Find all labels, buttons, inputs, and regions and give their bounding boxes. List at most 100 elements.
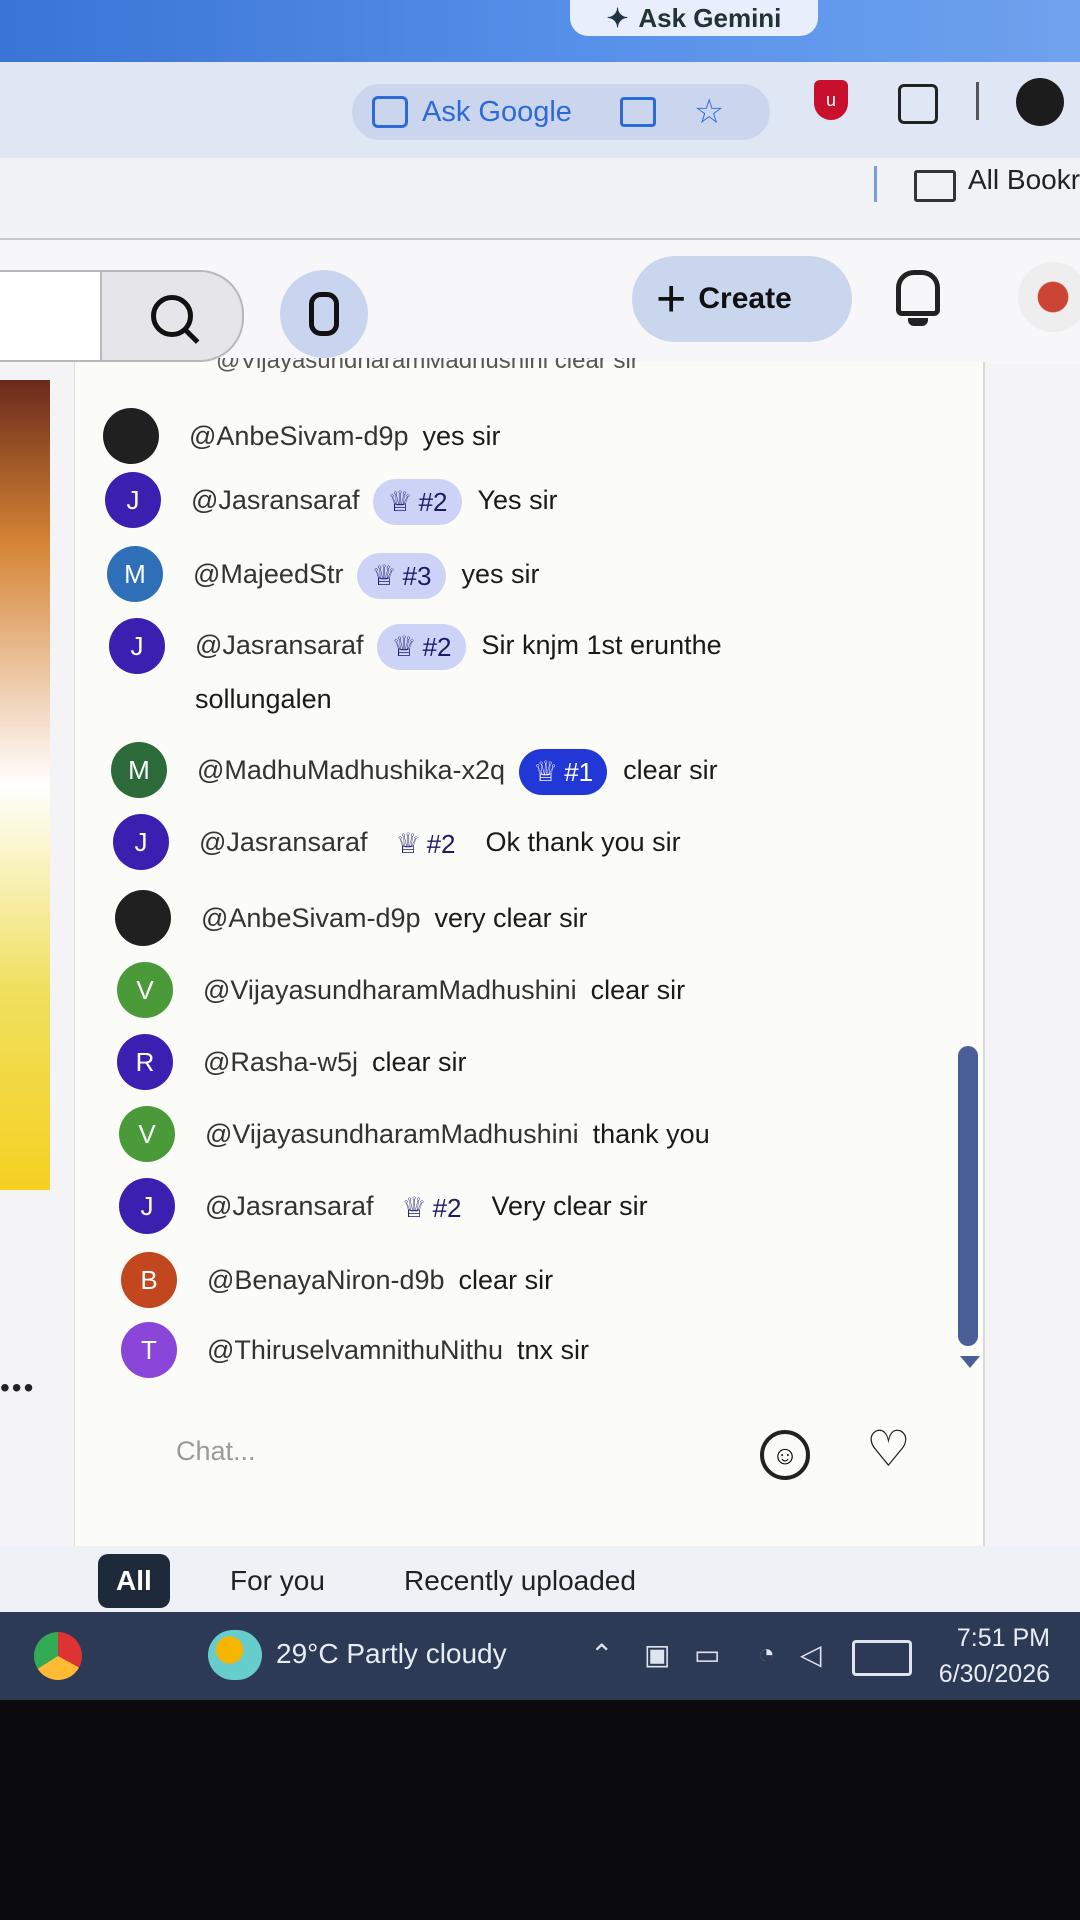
leaderboard-badge: ♕ #2 [387, 1185, 475, 1231]
message-text: thank you [592, 1119, 710, 1149]
ask-gemini-label: Ask Gemini [638, 2, 782, 33]
author-name[interactable]: @AnbeSivam-d9p [189, 421, 409, 451]
crown-icon: ♕ [533, 755, 559, 787]
chat-message: J @Jasransaraf ♕ #2 Ok thank you sir [113, 814, 993, 870]
author-name[interactable]: @Rasha-w5j [203, 1047, 358, 1077]
crown-icon: ♕ [387, 485, 413, 517]
ask-gemini-button[interactable]: ✦ Ask Gemini [570, 0, 818, 36]
chip-all[interactable]: All [98, 1554, 170, 1608]
message-body: @ThiruselvamnithuNithu tnx sir [207, 1322, 589, 1378]
author-avatar[interactable]: J [119, 1178, 175, 1234]
chat-scrollbar[interactable] [958, 1046, 978, 1346]
author-avatar[interactable]: J [109, 618, 165, 674]
install-app-icon[interactable] [619, 97, 656, 127]
author-name[interactable]: @MajeedStr [193, 559, 343, 589]
clock-date: 6/30/2026 [938, 1660, 1050, 1688]
weather-icon[interactable] [208, 1630, 262, 1680]
author-avatar[interactable]: T [121, 1322, 177, 1378]
message-text: clear sir [623, 755, 718, 785]
author-avatar[interactable]: B [121, 1252, 177, 1308]
weather-text[interactable]: 29°C Partly cloudy [276, 1638, 507, 1670]
author-avatar[interactable]: J [113, 814, 169, 870]
badge-rank: #2 [418, 486, 448, 517]
battery-icon[interactable]: ▭ [694, 1638, 720, 1671]
chat-message: M @MajeedStr ♕ #3 yes sir [107, 546, 987, 602]
windows-taskbar [0, 1612, 1080, 1700]
chip-for-you[interactable]: For you [212, 1554, 343, 1608]
author-avatar[interactable] [103, 408, 159, 464]
author-avatar[interactable] [115, 890, 171, 946]
search-button[interactable] [100, 270, 244, 362]
chat-message: B @BenayaNiron-d9b clear sir [121, 1252, 1001, 1308]
message-body: @BenayaNiron-d9b clear sir [207, 1252, 553, 1308]
emoji-icon[interactable]: ☺ [760, 1430, 810, 1480]
meet-now-icon[interactable]: ▣ [644, 1638, 670, 1671]
message-text: yes sir [461, 559, 540, 589]
author-name[interactable]: @AnbeSivam-d9p [201, 903, 421, 933]
google-lens-icon [372, 96, 408, 128]
author-name[interactable]: @Jasransaraf [195, 630, 363, 660]
bookmarks-divider [874, 166, 877, 202]
leaderboard-badge: ♕ #2 [373, 478, 462, 525]
author-avatar[interactable]: V [117, 962, 173, 1018]
author-name[interactable]: @ThiruselvamnithuNithu [207, 1335, 503, 1365]
taskbar-clock[interactable]: 7:51 PM 6/30/2026 [920, 1620, 1050, 1692]
message-text: Yes sir [477, 485, 558, 515]
all-bookmarks-button[interactable]: All Bookr [968, 164, 1080, 196]
author-avatar[interactable]: J [105, 472, 161, 528]
author-name[interactable]: @MadhuMadhushika-x2q [197, 755, 505, 785]
bookmark-star-icon[interactable]: ☆ [694, 92, 724, 132]
volume-icon[interactable]: ◁ [800, 1638, 822, 1671]
show-hidden-icons-chevron-icon[interactable]: ⌃ [590, 1638, 613, 1671]
badge-rank: #3 [402, 560, 432, 591]
message-text: tnx sir [517, 1335, 590, 1365]
chat-message: R @Rasha-w5j clear sir [117, 1034, 997, 1090]
wifi-icon[interactable]: ◔ [758, 1638, 775, 1670]
chrome-taskbar-icon[interactable] [34, 1632, 82, 1680]
more-options-icon[interactable]: ••• [0, 1372, 35, 1404]
crown-icon: ♕ [401, 1191, 427, 1223]
touch-keyboard-icon[interactable] [852, 1640, 912, 1676]
search-input[interactable] [0, 270, 102, 362]
chat-message: V @VijayasundharamMadhushini thank you [119, 1106, 999, 1162]
profile-avatar[interactable] [1016, 78, 1064, 126]
author-name[interactable]: @VijayasundharamMadhushini [203, 975, 577, 1005]
microphone-icon [309, 292, 339, 336]
create-button[interactable]: + Create [632, 256, 852, 342]
search-icon [151, 295, 193, 337]
chat-message: @AnbeSivam-d9p yes sir [103, 408, 983, 464]
account-avatar[interactable] [1018, 262, 1080, 332]
chat-message-cut-off: @VijayasundharamMadhushini clear sir [216, 358, 639, 372]
author-name[interactable]: @BenayaNiron-d9b [207, 1265, 445, 1295]
message-text: yes sir [422, 421, 501, 451]
crown-icon: ♕ [395, 827, 421, 859]
video-player-edge[interactable] [0, 380, 50, 1190]
author-avatar[interactable]: M [107, 546, 163, 602]
heart-reaction-icon[interactable]: ♡ [866, 1424, 911, 1474]
badge-rank: #2 [432, 1192, 462, 1223]
author-avatar[interactable]: V [119, 1106, 175, 1162]
ublock-shield-icon[interactable]: u [814, 80, 848, 120]
author-name[interactable]: @Jasransaraf [205, 1191, 373, 1221]
chip-recently-uploaded[interactable]: Recently uploaded [386, 1554, 654, 1608]
voice-search-button[interactable] [280, 270, 368, 358]
crown-icon: ♕ [391, 630, 417, 662]
extensions-puzzle-icon[interactable] [898, 84, 938, 124]
leaderboard-badge: ♕ #3 [357, 552, 446, 599]
chat-input[interactable]: Chat... [176, 1436, 256, 1467]
message-body: @Jasransaraf ♕ #2 Ok thank you sir [199, 814, 681, 870]
gemini-bar [0, 0, 1080, 62]
ask-google-button[interactable]: Ask Google ☆ [352, 84, 770, 140]
author-avatar[interactable]: M [111, 742, 167, 798]
chat-message: J @Jasransaraf ♕ #2 Sir knjm 1st erunthe sol… [109, 618, 989, 726]
author-name[interactable]: @Jasransaraf [191, 485, 359, 515]
author-name[interactable]: @Jasransaraf [199, 827, 367, 857]
author-name[interactable]: @VijayasundharamMadhushini [205, 1119, 579, 1149]
ask-google-label: Ask Google [422, 95, 572, 128]
notifications-bell-icon[interactable] [896, 270, 940, 316]
gemini-star-icon: ✦ [606, 2, 629, 33]
message-text: clear sir [458, 1265, 554, 1295]
message-body: @Jasransaraf ♕ #2 Yes sir [191, 472, 558, 528]
scroll-down-arrow-icon[interactable] [960, 1356, 980, 1368]
author-avatar[interactable]: R [117, 1034, 173, 1090]
